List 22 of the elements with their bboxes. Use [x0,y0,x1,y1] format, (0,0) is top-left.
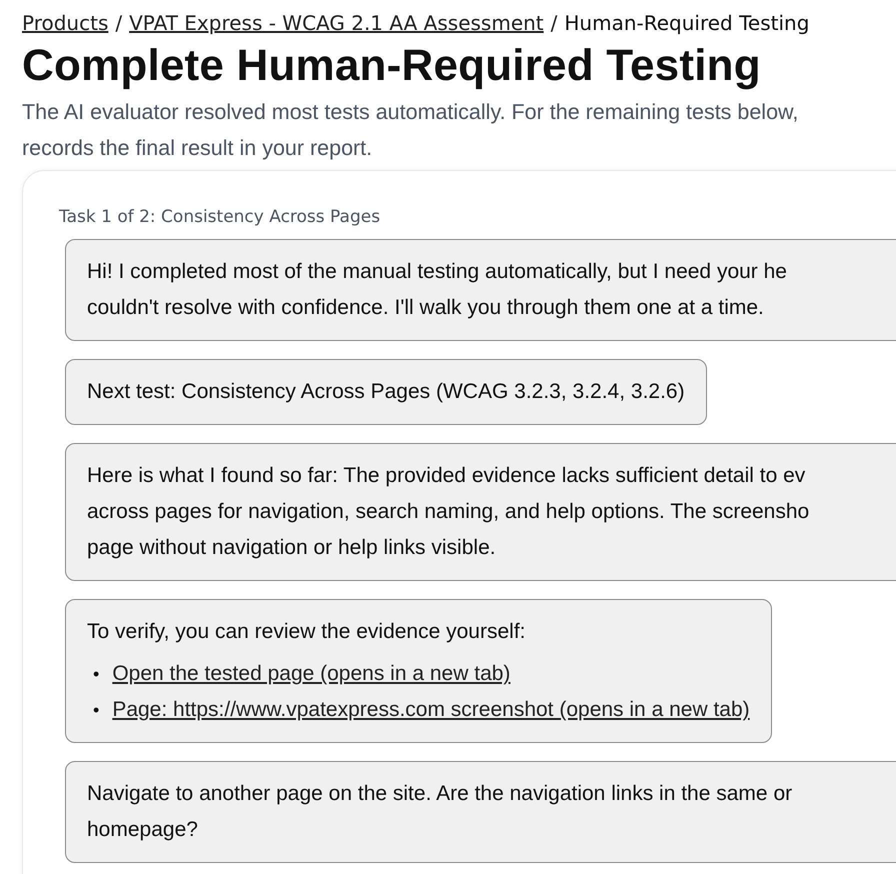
bullet: • [93,699,100,722]
message-text: couldn't resolve with confidence. I'll walk you through them one at a time. [87,295,765,322]
breadcrumb-separator: / [550,10,558,36]
breadcrumb-link[interactable]: Products [22,10,108,36]
message-text: homepage? [87,817,199,844]
breadcrumb-separator: / [115,10,122,36]
task-label: Task 1 of 2: Consistency Across Pages [59,207,382,228]
message-text: Here is what I found so far: The provided evidence lacks sufficient detail to ev [87,463,806,490]
breadcrumb-link[interactable]: VPAT Express - WCAG 2.1 AA Assessment [129,10,544,36]
message-text: Next test: Consistency Across Pages (WCAG 3.2.3, 3.2.4, 3.2.6) [87,379,685,406]
evidence-link[interactable]: Page: https://www.vpatexpress.com screenshot (opens in a new tab) [112,692,750,728]
intro-text: The AI evaluator resolved most tests automatically. For the remaining tests below, [22,99,800,126]
evidence-link[interactable]: Open the tested page (opens in a new tab) [112,656,510,692]
message-text: To verify, you can review the evidence yourself: [87,619,526,646]
bullet: • [93,663,100,686]
page-title: Complete Human-Required Testing [22,42,762,90]
message-text: Hi! I completed most of the manual testing automatically, but I need your he [87,259,788,286]
message-text: across pages for navigation, search naming, and help options. The screensho [87,499,810,526]
breadcrumb-current: Human-Required Testing [564,10,810,36]
message-text: Navigate to another page on the site. Are the navigation links in the same or [87,781,794,808]
message-text: page without navigation or help links visible. [87,535,497,562]
intro-text: records the final result in your report. [22,135,374,162]
